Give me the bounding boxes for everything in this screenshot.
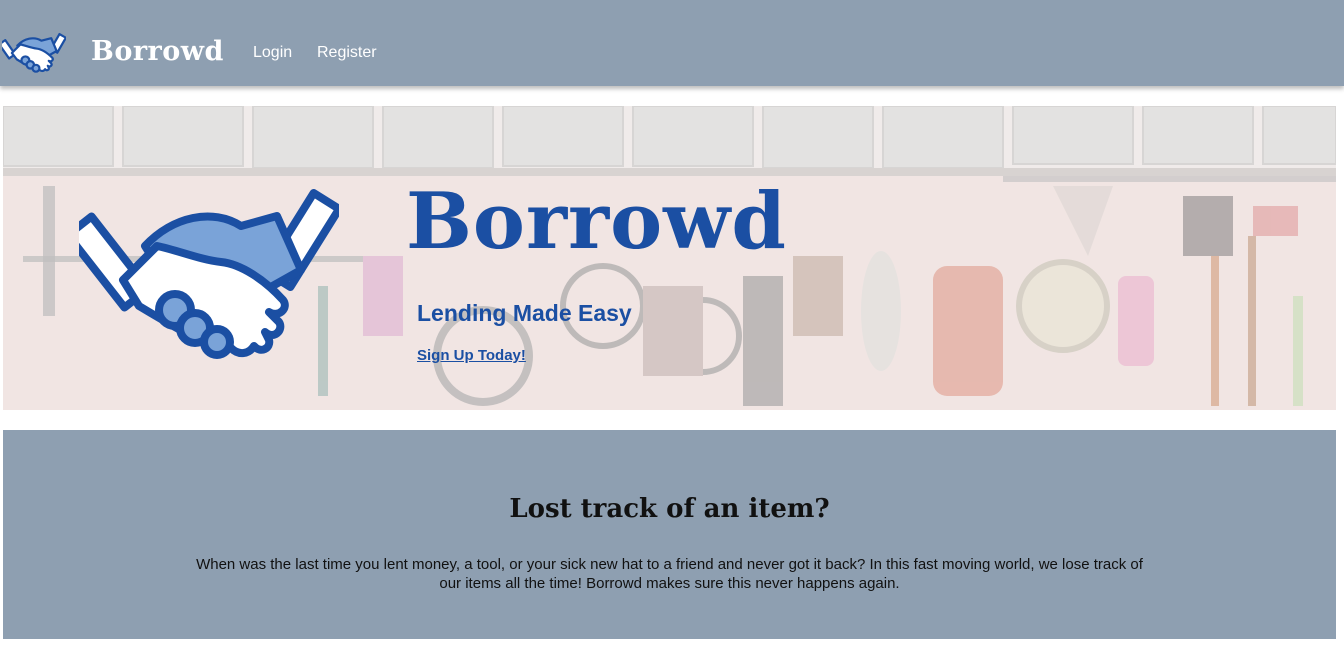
register-link[interactable]: Register bbox=[317, 44, 377, 62]
hero-title: Borrowd bbox=[406, 176, 787, 267]
handshake-icon bbox=[79, 189, 339, 359]
info-description: When was the last time you lent money, a… bbox=[196, 556, 1143, 592]
brand-name[interactable]: Borrowd bbox=[91, 34, 224, 70]
signup-link[interactable]: Sign Up Today! bbox=[417, 346, 526, 366]
handshake-icon[interactable] bbox=[2, 30, 66, 74]
info-heading: Lost track of an item? bbox=[509, 494, 830, 524]
navbar: Borrowd Login Register bbox=[0, 0, 1344, 86]
login-link[interactable]: Login bbox=[253, 44, 292, 62]
info-section: Lost track of an item? When was the last… bbox=[3, 430, 1336, 639]
hero-tagline: Lending Made Easy bbox=[417, 300, 632, 326]
hero-banner: Borrowd Lending Made Easy Sign Up Today! bbox=[3, 106, 1336, 410]
